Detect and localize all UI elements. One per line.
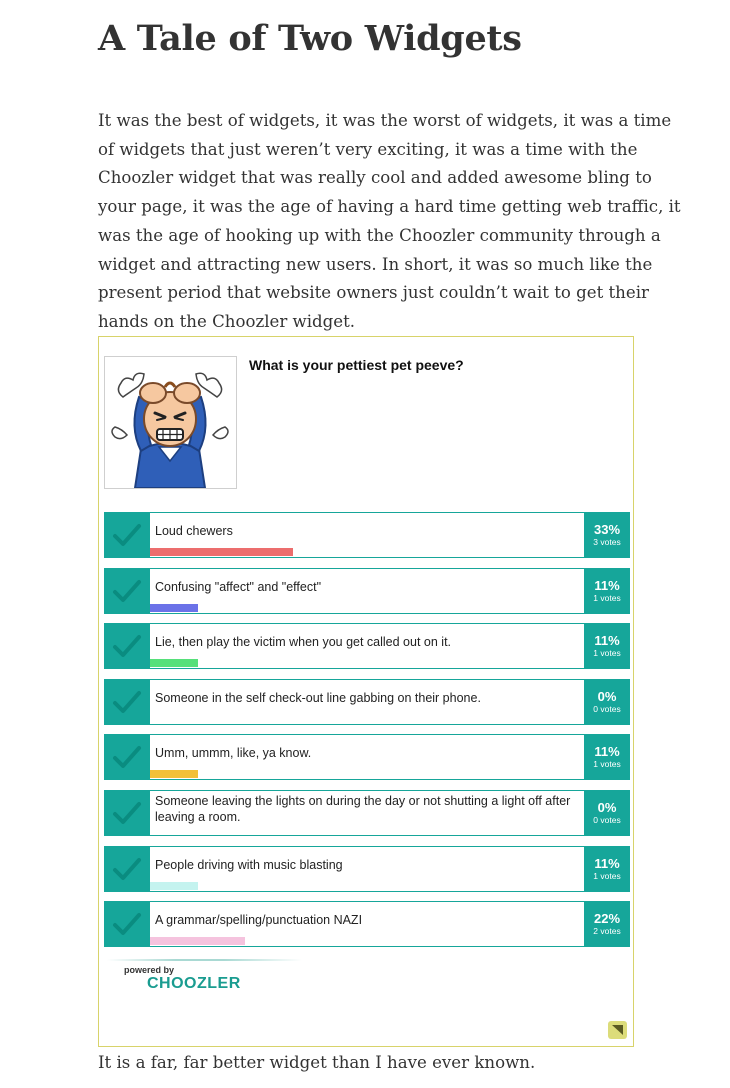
poll-option[interactable]: Someone in the self check-out line gabbi… — [104, 679, 630, 725]
poll-result-bar — [150, 937, 245, 945]
poll-result: 11% 1 votes — [584, 568, 630, 614]
vote-check-button[interactable] — [104, 846, 150, 892]
poll-option-body[interactable]: Umm, ummm, like, ya know. — [150, 734, 584, 780]
vote-check-button[interactable] — [104, 679, 150, 725]
poll-option-body[interactable]: Lie, then play the victim when you get c… — [150, 623, 584, 669]
poll-result: 22% 2 votes — [584, 901, 630, 947]
check-icon — [113, 635, 141, 657]
check-icon — [113, 746, 141, 768]
poll-option-label: A grammar/spelling/punctuation NAZI — [155, 913, 363, 927]
check-icon — [113, 802, 141, 824]
check-icon — [113, 580, 141, 602]
poll-percent: 0% — [597, 689, 617, 704]
powered-by-choozler[interactable]: powered by CHOOZLER — [107, 959, 302, 999]
poll-percent: 11% — [594, 578, 620, 593]
check-icon — [113, 858, 141, 880]
poll-result-bar — [150, 770, 198, 778]
choozler-logo[interactable]: CHOOZLER — [147, 975, 241, 993]
vote-check-button[interactable] — [104, 512, 150, 558]
poll-vote-count: 3 votes — [593, 537, 621, 547]
poll-result-bar — [150, 882, 198, 890]
intro-paragraph: It was the best of widgets, it was the w… — [98, 111, 681, 331]
poll-question: What is your pettiest pet peeve? — [249, 357, 464, 373]
poll-percent: 0% — [597, 800, 617, 815]
poll-vote-count: 1 votes — [593, 648, 621, 658]
poll-option-body[interactable]: People driving with music blasting — [150, 846, 584, 892]
poll-percent: 11% — [594, 744, 620, 759]
poll-option-label: Confusing "affect" and "effect" — [155, 580, 322, 594]
poll-option-label: Someone in the self check-out line gabbi… — [155, 691, 481, 705]
poll-result: 0% 0 votes — [584, 679, 630, 725]
vote-check-button[interactable] — [104, 790, 150, 836]
check-icon — [113, 913, 141, 935]
check-icon — [113, 524, 141, 546]
poll-option-body[interactable]: Someone leaving the lights on during the… — [150, 790, 584, 836]
poll-result-bar — [150, 659, 198, 667]
vote-check-button[interactable] — [104, 623, 150, 669]
frustrated-man-icon — [111, 372, 229, 488]
poll-vote-count: 1 votes — [593, 593, 621, 603]
poll-result-bar — [150, 604, 198, 612]
poll-result-bar — [150, 548, 293, 556]
vote-check-button[interactable] — [104, 901, 150, 947]
poll-option-body[interactable]: Confusing "affect" and "effect" — [150, 568, 584, 614]
poll-percent: 22% — [593, 911, 621, 926]
outro-paragraph: It is a far, far better widget than I ha… — [98, 1053, 536, 1072]
vote-check-button[interactable] — [104, 734, 150, 780]
poll-option-label: Lie, then play the victim when you get c… — [155, 635, 452, 649]
poll-result: 11% 1 votes — [584, 623, 630, 669]
poll-option[interactable]: Confusing "affect" and "effect" 11% 1 vote… — [104, 568, 630, 614]
poll-option[interactable]: Someone leaving the lights on during the… — [104, 790, 630, 836]
powered-by-text: powered by — [124, 965, 175, 975]
poll-result: 11% 1 votes — [584, 846, 630, 892]
poll-result: 0% 0 votes — [584, 790, 630, 836]
poll-option[interactable]: Loud chewers 33% 3 votes — [104, 512, 630, 558]
poll-result: 33% 3 votes — [584, 512, 630, 558]
page-title: A Tale of Two Widgets — [98, 18, 522, 59]
poll-option-label: Umm, ummm, like, ya know. — [155, 746, 312, 760]
poll-option-label: Someone leaving the lights on during the… — [155, 794, 571, 824]
check-icon — [113, 691, 141, 713]
poll-vote-count: 0 votes — [593, 815, 621, 825]
poll-option[interactable]: People driving with music blasting 11% 1 v… — [104, 846, 630, 892]
poll-percent: 33% — [593, 522, 621, 537]
poll-image — [104, 356, 237, 489]
poll-percent: 11% — [594, 633, 620, 648]
poll-vote-count: 1 votes — [593, 759, 621, 769]
vote-check-button[interactable] — [104, 568, 150, 614]
poll-option[interactable]: Umm, ummm, like, ya know. 11% 1 votes — [104, 734, 630, 780]
poll-option-label: Loud chewers — [155, 524, 233, 538]
poll-vote-count: 2 votes — [593, 926, 621, 936]
poll-option[interactable]: Lie, then play the victim when you get c… — [104, 623, 630, 669]
poll-percent: 11% — [594, 856, 620, 871]
resize-corner-icon[interactable] — [608, 1021, 627, 1039]
powered-divider — [107, 959, 302, 961]
poll-vote-count: 1 votes — [593, 871, 621, 881]
poll-option-body[interactable]: Someone in the self check-out line gabbi… — [150, 679, 584, 725]
poll-option-body[interactable]: A grammar/spelling/punctuation NAZI — [150, 901, 584, 947]
poll-vote-count: 0 votes — [593, 704, 621, 714]
poll-option-label: People driving with music blasting — [155, 858, 343, 872]
poll-option[interactable]: A grammar/spelling/punctuation NAZI 22% 2 … — [104, 901, 630, 947]
choozler-poll-widget: What is your pettiest pet peeve? Loud ch… — [98, 336, 634, 1047]
poll-result: 11% 1 votes — [584, 734, 630, 780]
poll-option-body[interactable]: Loud chewers — [150, 512, 584, 558]
